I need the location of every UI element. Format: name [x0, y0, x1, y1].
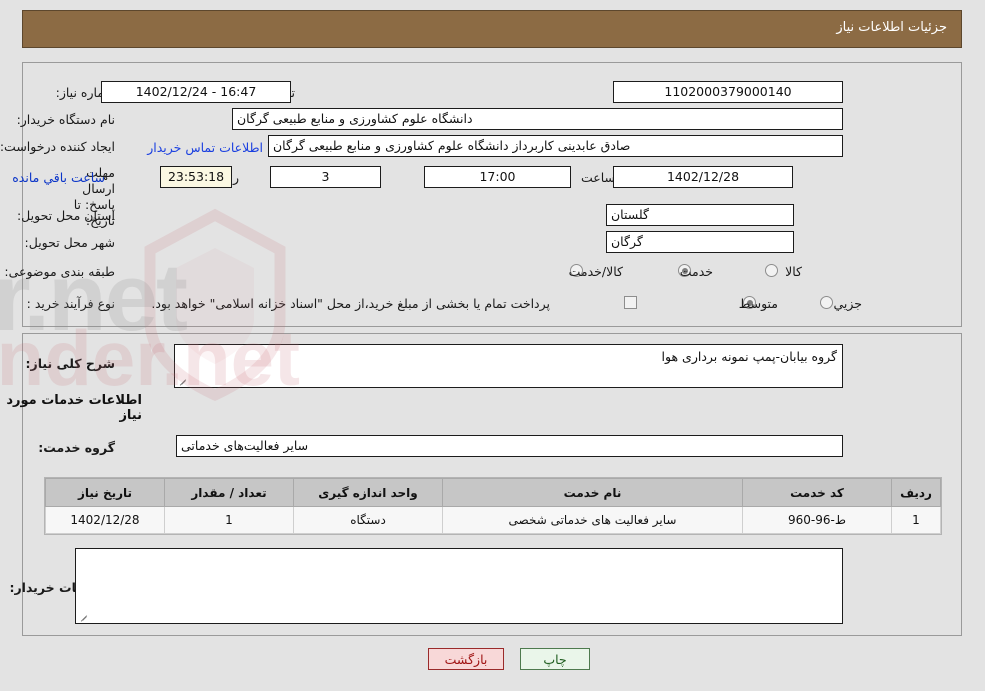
deadline-countdown-field: 23:53:18	[160, 166, 232, 188]
th-row: ردیف	[891, 478, 941, 507]
resize-grip-icon[interactable]	[178, 375, 188, 385]
page-root: AriaTender.net AriaTender.net جزئیات اطل…	[0, 0, 985, 691]
buyer-org-label: نام دستگاه خریدار:	[16, 112, 115, 127]
treasury-bond-note: پرداخت تمام یا بخشی از مبلغ خرید،از محل …	[151, 296, 550, 311]
services-table-wrap: ردیف کد خدمت نام خدمت واحد اندازه گیری ت…	[44, 477, 942, 535]
deadline-time-field[interactable]: 17:00	[424, 166, 571, 188]
province-field[interactable]: گلستان	[606, 204, 794, 226]
buyer-org-field[interactable]: دانشگاه علوم کشاورزی و منابع طبیعی گرگان	[232, 108, 843, 130]
page-title: جزئیات اطلاعات نیاز	[836, 20, 947, 35]
category-label: طبقه بندی موضوعی:	[4, 264, 115, 279]
process-option-motavasset-label: متوسط	[738, 296, 778, 311]
th-service-code: کد خدمت	[742, 478, 892, 507]
cell-unit: دستگاه	[293, 506, 443, 534]
deadline-time-label: ساعت	[580, 170, 615, 185]
cell-service-code: ط-96-960	[742, 506, 892, 534]
category-option-khedmat-label: خدمت	[679, 264, 713, 279]
print-button[interactable]: چاپ	[520, 648, 590, 670]
category-option-kala-khedmat-label: کالا/خدمت	[568, 264, 623, 279]
cell-service-name: سایر فعالیت های خدماتی شخصی	[442, 506, 743, 534]
buyer-contact-link[interactable]: اطلاعات تماس خریدار	[147, 140, 263, 155]
category-radio-kala[interactable]	[765, 264, 778, 277]
services-table: ردیف کد خدمت نام خدمت واحد اندازه گیری ت…	[45, 478, 941, 534]
category-option-kala-label: کالا	[785, 264, 802, 279]
page-header-bar: جزئیات اطلاعات نیاز	[22, 10, 962, 48]
requester-label: ایجاد کننده درخواست:	[0, 139, 115, 154]
need-summary-value: گروه بیابان-پمپ نمونه برداری هوا	[661, 349, 837, 364]
cell-row: 1	[891, 506, 941, 534]
back-button[interactable]: بازگشت	[428, 648, 504, 670]
th-quantity: تعداد / مقدار	[164, 478, 294, 507]
requester-field[interactable]: صادق عابدینی کاربرداز دانشگاه علوم کشاور…	[268, 135, 843, 157]
cell-need-date: 1402/12/28	[45, 506, 165, 534]
announce-datetime-field[interactable]: 16:47 - 1402/12/24	[101, 81, 291, 103]
services-section-heading: اطلاعات خدمات مورد نیاز	[6, 393, 142, 423]
table-header-row: ردیف کد خدمت نام خدمت واحد اندازه گیری ت…	[45, 478, 941, 507]
process-option-jozei-label: جزیي	[833, 296, 862, 311]
need-summary-textarea[interactable]: گروه بیابان-پمپ نمونه برداری هوا	[174, 344, 843, 388]
city-field[interactable]: گرگان	[606, 231, 794, 253]
service-group-label: گروه خدمت:	[38, 440, 115, 455]
province-label: استان محل تحویل:	[16, 208, 115, 223]
table-row[interactable]: 1 ط-96-960 سایر فعالیت های خدماتی شخصی د…	[45, 506, 941, 534]
deadline-countdown-label: ساعت باقي مانده	[12, 170, 105, 185]
cell-quantity: 1	[164, 506, 294, 534]
service-group-field[interactable]: سایر فعالیت‌های خدماتی	[176, 435, 843, 457]
buyer-notes-textarea[interactable]	[75, 548, 843, 624]
treasury-bond-checkbox[interactable]	[624, 296, 637, 309]
need-summary-label: شرح کلی نیاز:	[25, 356, 115, 371]
th-unit: واحد اندازه گیری	[293, 478, 443, 507]
deadline-days-field[interactable]: 3	[270, 166, 381, 188]
th-need-date: تاریخ نیاز	[45, 478, 165, 507]
resize-grip-icon[interactable]	[79, 611, 89, 621]
deadline-date-field[interactable]: 1402/12/28	[613, 166, 793, 188]
need-number-field[interactable]: 1102000379000140	[613, 81, 843, 103]
city-label: شهر محل تحویل:	[24, 235, 115, 250]
th-service-name: نام خدمت	[442, 478, 743, 507]
process-type-label: نوع فرآیند خرید :	[26, 296, 115, 311]
process-radio-jozei[interactable]	[820, 296, 833, 309]
